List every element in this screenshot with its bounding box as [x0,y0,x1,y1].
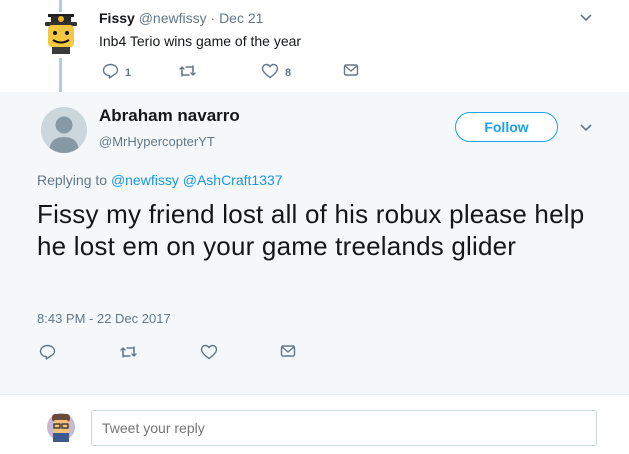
envelope-icon [343,64,359,76]
default-avatar-icon [41,107,87,153]
divider [0,394,629,395]
like-action[interactable] [200,344,218,360]
reply-icon [39,344,56,360]
chevron-down-icon[interactable] [579,123,593,133]
reply-action[interactable]: 1 [102,63,131,79]
heart-icon [200,344,218,360]
reply-count: 1 [125,67,132,79]
replying-to-line: Replying to @newfissy @AshCraft1337 [37,172,283,188]
tweet-timestamp[interactable]: 8:43 PM - 22 Dec 2017 [37,311,171,326]
like-count: 8 [285,67,292,79]
retweet-action[interactable] [178,63,198,79]
parent-tweet-text: Inb4 Terio wins game of the year [99,33,302,49]
parent-tweet-header: Fissy @newfissy · Dec 21 [99,10,263,26]
mention-newfissy[interactable]: @newfissy [111,172,179,188]
follow-button[interactable]: Follow [455,112,558,142]
retweet-icon [179,65,196,77]
replying-prefix: Replying to [37,172,111,188]
thread-line-top [59,0,62,12]
mention-ashcraft[interactable]: @AshCraft1337 [183,172,283,188]
retweet-icon [120,346,137,358]
abraham-avatar[interactable] [41,107,87,153]
thread-line-bottom [59,58,62,92]
fissy-avatar[interactable] [42,14,80,54]
main-author-name[interactable]: Abraham navarro [99,106,240,126]
like-action[interactable]: 8 [261,63,291,79]
parent-author-name[interactable]: Fissy [99,10,135,26]
main-tweet-text: Fissy my friend lost all of his robux pl… [37,199,585,261]
reply-icon [102,63,119,79]
reply-action[interactable] [39,344,56,360]
retweet-action[interactable] [119,344,139,360]
envelope-icon [280,345,296,357]
chevron-down-icon[interactable] [579,13,593,23]
parent-separator: · [206,10,220,26]
main-author-handle[interactable]: @MrHypercopterYT [99,134,215,149]
current-user-avatar[interactable] [46,411,76,443]
reply-input[interactable] [91,410,597,446]
message-action[interactable] [280,344,296,358]
parent-author-handle[interactable]: @newfissy [139,10,207,26]
message-action[interactable] [343,63,359,77]
parent-tweet[interactable]: Fissy @newfissy · Dec 21 Inb4 Terio wins… [0,0,629,92]
parent-tweet-date[interactable]: Dec 21 [219,10,263,26]
heart-icon [261,63,279,79]
